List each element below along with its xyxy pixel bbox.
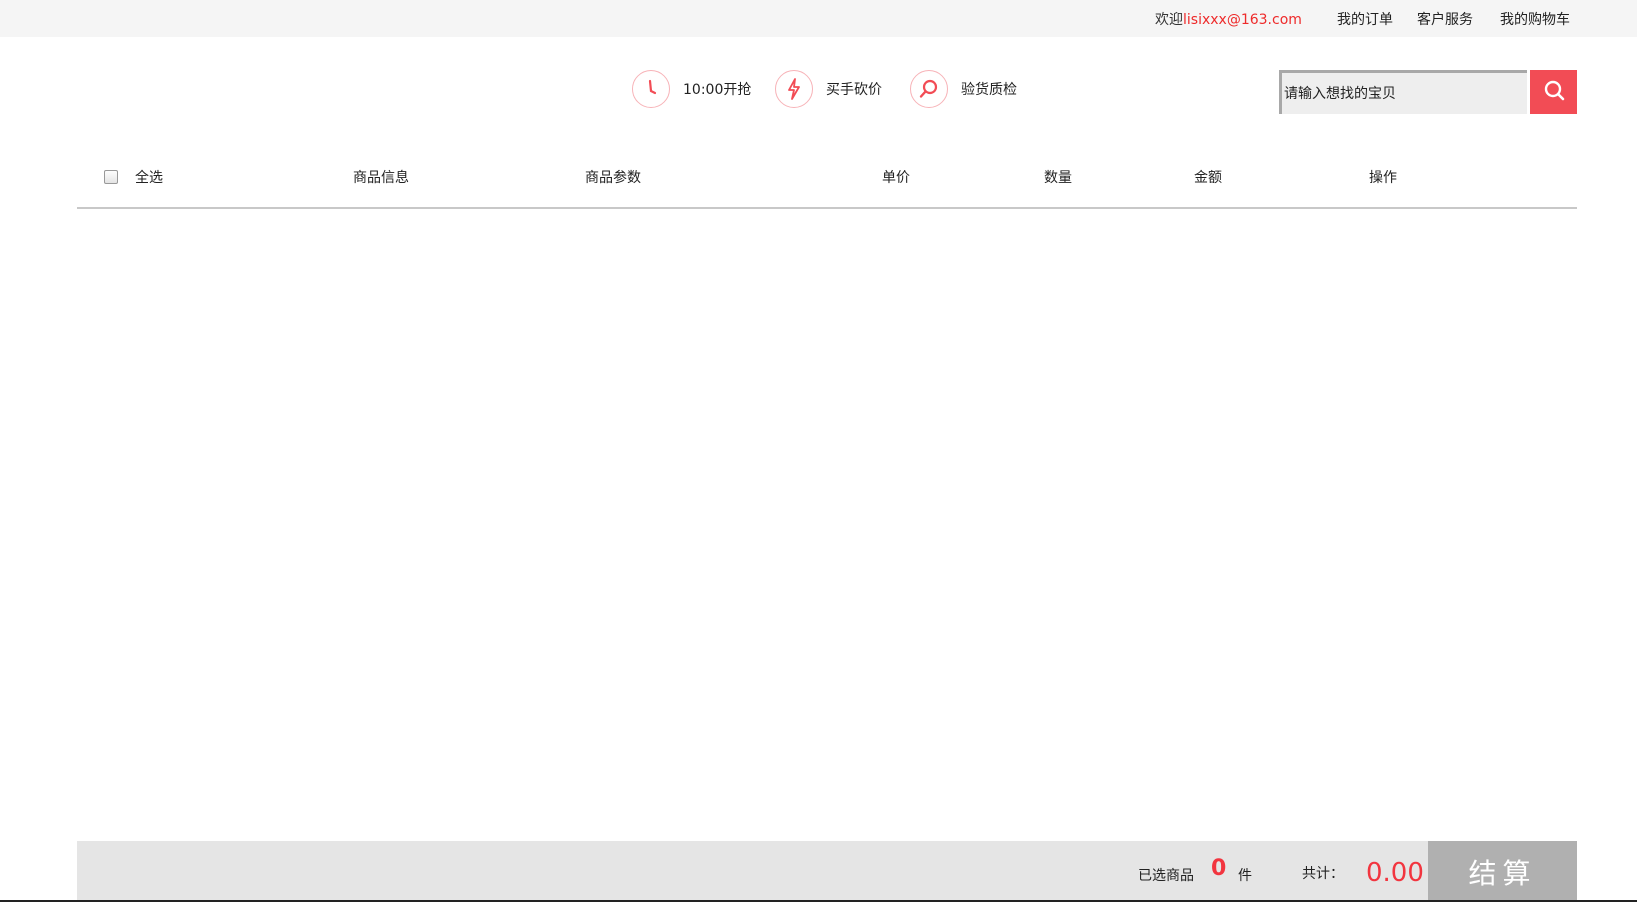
selected-items-unit: 件 [1238,868,1252,884]
customer-service-link[interactable]: 客户服务 [1417,9,1473,29]
feature-label: 验货质检 [961,82,1017,98]
cart-table-header: 全选 商品信息 商品参数 单价 数量 金额 操作 [77,155,1577,209]
my-orders-link[interactable]: 我的订单 [1337,9,1393,29]
checkout-button[interactable]: 结算 [1428,841,1577,902]
magnifier-icon [910,70,948,108]
feature-bargain[interactable]: 买手砍价 [775,70,882,108]
selected-items-label: 已选商品 [1138,868,1194,884]
feature-flash-sale[interactable]: 10:00开抢 [632,70,751,108]
search-input[interactable] [1282,73,1527,114]
column-actions: 操作 [1369,170,1397,186]
selected-items-count: 0 [1211,856,1227,881]
column-amount: 金额 [1194,170,1222,186]
welcome-prefix: 欢迎 [1155,12,1183,28]
feature-quality-check[interactable]: 验货质检 [910,70,1017,108]
feature-label: 买手砍价 [826,82,882,98]
total-value: 0.00 [1366,858,1424,888]
search-button[interactable] [1530,70,1577,114]
feature-label: 10:00开抢 [683,82,752,98]
search-box [1279,70,1527,114]
select-all-checkbox[interactable] [104,170,118,184]
top-bar: 欢迎lisixxx@163.com 我的订单 客户服务 我的购物车 [0,0,1637,37]
welcome-text: 欢迎lisixxx@163.com [1155,9,1302,29]
select-all-label[interactable]: 全选 [135,167,163,187]
cart-summary-bar: 已选商品 0 件 共计： 0.00 结算 [77,841,1577,902]
total-label: 共计： [1302,866,1344,882]
column-unit-price: 单价 [882,170,910,186]
user-email[interactable]: lisixxx@163.com [1183,12,1302,28]
lightning-icon [775,70,813,108]
my-cart-link[interactable]: 我的购物车 [1500,9,1570,29]
clock-icon [632,70,670,108]
search-icon [1543,79,1565,105]
column-product-params: 商品参数 [585,170,641,186]
column-quantity: 数量 [1044,170,1072,186]
column-product-info: 商品信息 [353,170,409,186]
